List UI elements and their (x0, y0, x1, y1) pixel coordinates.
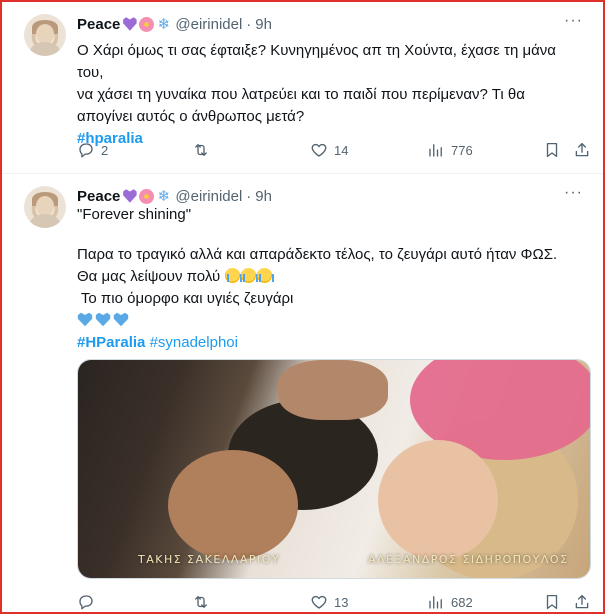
bookmark-button[interactable] (543, 592, 561, 612)
avatar[interactable] (24, 14, 66, 56)
more-icon[interactable]: ··· (564, 184, 583, 202)
crying-face-emoji (225, 268, 243, 283)
retweet-button[interactable] (192, 140, 210, 160)
share-button[interactable] (573, 140, 591, 160)
bookmark-icon (546, 594, 558, 610)
snowflake-emoji: ❄ (157, 187, 171, 205)
flower-emoji (139, 16, 155, 32)
views-button[interactable]: 682 (427, 592, 473, 612)
text-line: Θα μας λείψουν πολύ (77, 268, 221, 285)
text-line: Παρα το τραγικό αλλά και απαράδεκτο τέλο… (77, 246, 558, 263)
tweet-1[interactable]: Peace ❄ @eirinidel · 9h ··· Ο Χάρι όμως … (2, 2, 603, 174)
tweet-header: Peace ❄ @eirinidel · 9h (77, 186, 272, 206)
text-line: Το πιο όμορφο και υγιές ζευγάρι (77, 290, 294, 307)
avatar-shirt (30, 214, 60, 228)
text-line: Ο Χάρι όμως τι σας έφταιξε? Κυνηγημένος … (77, 42, 556, 81)
hashtag-link[interactable]: #HParalia (77, 334, 145, 351)
flower-emoji (139, 188, 155, 204)
tweet-text: Ο Χάρι όμως τι σας έφταιξε? Κυνηγημένος … (77, 40, 577, 150)
views-count: 682 (451, 594, 473, 610)
crying-face-emoji (241, 268, 259, 283)
tweet-2[interactable]: Peace ❄ @eirinidel · 9h ··· "Forever shi… (2, 174, 603, 612)
snowflake-emoji: ❄ (157, 15, 171, 33)
crying-face-emoji (257, 268, 275, 283)
avatar[interactable] (24, 186, 66, 228)
views-count: 776 (451, 142, 473, 158)
purple-heart-emoji (123, 189, 137, 203)
heart-icon (311, 143, 327, 157)
tweet-header: Peace ❄ @eirinidel · 9h (77, 14, 272, 34)
more-icon[interactable]: ··· (564, 12, 583, 30)
video-caption-right: ΑΛΕΞΑΝΔΡΟΣ ΣΙΔΗΡΟΠΟΥΛΟΣ (368, 553, 569, 566)
heart-icon (311, 595, 327, 609)
like-button[interactable]: 14 (310, 140, 348, 160)
blue-heart-emoji (77, 312, 93, 327)
text-line: "Forever shining" (77, 206, 192, 223)
tweet-time[interactable]: 9h (255, 16, 272, 33)
bookmark-button[interactable] (543, 140, 561, 160)
avatar-shirt (30, 42, 60, 56)
tweet-actions: 2 14 776 (77, 140, 593, 160)
share-icon (575, 594, 589, 609)
author-handle[interactable]: @eirinidel (175, 188, 242, 205)
views-icon (429, 144, 442, 157)
retweet-button[interactable] (192, 592, 210, 612)
retweet-icon (195, 144, 207, 156)
video-frame-woman (378, 440, 498, 560)
hashtag-link[interactable]: #synadelphoi (150, 334, 238, 351)
separator-dot: · (246, 15, 252, 33)
reply-button[interactable] (77, 592, 95, 612)
tweet-actions: 13 682 (77, 592, 593, 612)
text-line: απογίνει αυτός ο άνθρωπος μετά? (77, 108, 305, 125)
separator-dot: · (246, 187, 252, 205)
reply-button[interactable]: 2 (77, 140, 108, 160)
video-frame-man (168, 450, 298, 560)
text-line: να χάσει τη γυναίκα που λατρεύει και το … (77, 86, 525, 103)
like-count: 14 (334, 142, 349, 158)
author-handle[interactable]: @eirinidel (175, 16, 242, 33)
tweet-media-video[interactable]: ΤΑΚΗΣ ΣΑΚΕΛΛΑΡΙΟΥ ΑΛΕΞΑΝΔΡΟΣ ΣΙΔΗΡΟΠΟΥΛΟ… (77, 359, 591, 579)
avatar-face (36, 24, 54, 44)
retweet-icon (195, 596, 207, 608)
author-name[interactable]: Peace (77, 188, 120, 205)
tweet-text: "Forever shining" Παρα το τραγικό αλλά κ… (77, 204, 577, 354)
reply-icon (79, 595, 93, 610)
blue-heart-emoji (95, 312, 111, 327)
blue-heart-emoji (113, 312, 129, 327)
like-button[interactable]: 13 (310, 592, 348, 612)
author-name[interactable]: Peace (77, 16, 120, 33)
like-count: 13 (334, 594, 349, 610)
video-caption-left: ΤΑΚΗΣ ΣΑΚΕΛΛΑΡΙΟΥ (138, 553, 281, 566)
avatar-face (36, 196, 54, 216)
share-icon (575, 142, 589, 157)
bookmark-icon (546, 142, 558, 158)
purple-heart-emoji (123, 17, 137, 31)
share-button[interactable] (573, 592, 591, 612)
views-icon (429, 596, 442, 609)
video-frame-hand (278, 360, 388, 420)
views-button[interactable]: 776 (427, 140, 473, 160)
tweet-time[interactable]: 9h (255, 188, 272, 205)
reply-icon (79, 143, 93, 158)
reply-count: 2 (101, 142, 109, 158)
